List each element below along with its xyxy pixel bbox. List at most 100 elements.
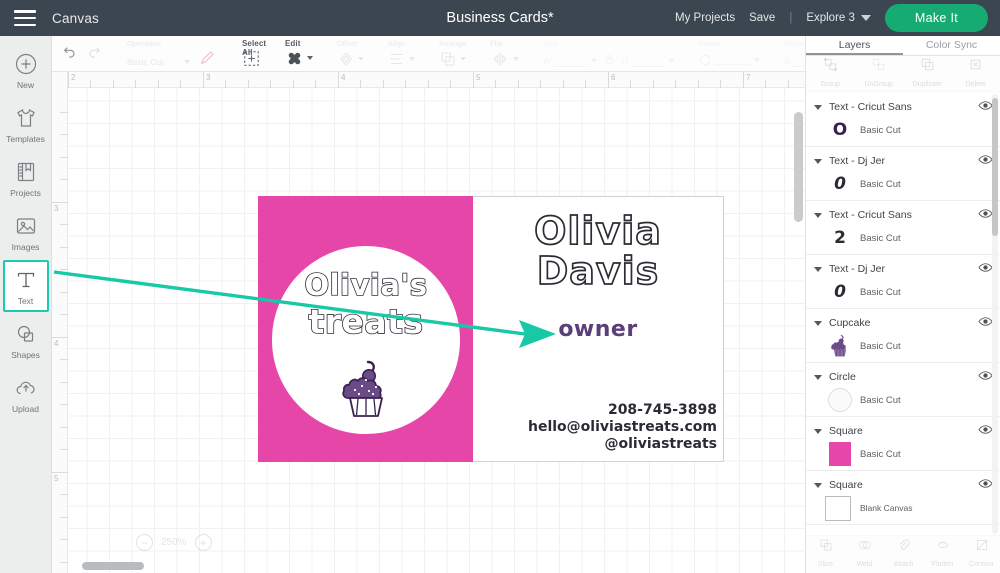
make-it-button[interactable]: Make It: [885, 4, 988, 32]
card-back-panel[interactable]: Olivia Davis owner 208-745-3898 hello@ol…: [473, 196, 724, 462]
visibility-eye-icon[interactable]: [978, 260, 993, 278]
offset-button[interactable]: [337, 50, 370, 72]
expand-triangle-icon[interactable]: [814, 105, 822, 110]
visibility-eye-icon[interactable]: [978, 206, 993, 224]
ungroup-button[interactable]: UnGroup: [855, 57, 904, 91]
expand-triangle-icon[interactable]: [814, 429, 822, 434]
sidebar-item-new[interactable]: New: [3, 44, 49, 96]
layer-row[interactable]: Square Blank Canvas: [806, 471, 1000, 525]
edit-button[interactable]: [285, 49, 319, 72]
undo-icon[interactable]: [61, 43, 85, 64]
cupcake-icon[interactable]: [338, 358, 394, 420]
tshirt-icon: [13, 105, 39, 131]
ruler-tick-label: 4: [341, 73, 345, 82]
zoom-in-button[interactable]: +: [195, 534, 212, 551]
tab-layers[interactable]: Layers: [806, 36, 903, 55]
flip-button[interactable]: [490, 50, 525, 72]
sidebar-item-label: Text: [18, 296, 34, 306]
sidebar-item-images[interactable]: Images: [3, 206, 49, 258]
layer-name: Square: [829, 425, 863, 437]
chevron-down-icon: [184, 60, 190, 64]
layers-list[interactable]: Text - Cricut Sans O Basic Cut: [806, 93, 1000, 536]
size-label: Size: [543, 39, 558, 48]
expand-triangle-icon[interactable]: [814, 483, 822, 488]
align-group: Align: [379, 36, 430, 72]
contour-button[interactable]: Contour: [962, 538, 1000, 571]
layer-row[interactable]: Text - Cricut Sans 2 Basic Cut: [806, 201, 1000, 255]
layer-row[interactable]: Circle Basic Cut: [806, 363, 1000, 417]
expand-triangle-icon[interactable]: [814, 213, 822, 218]
layer-operations-bar: Group UnGroup Duplicate Delete: [806, 56, 1000, 92]
tab-color-sync[interactable]: Color Sync: [903, 36, 1000, 55]
arrange-button[interactable]: [439, 50, 472, 72]
flatten-button[interactable]: Flatten: [923, 538, 962, 571]
layer-row[interactable]: Square Basic Cut: [806, 417, 1000, 471]
layer-row[interactable]: Text - Dj Jer 0 Basic Cut: [806, 147, 1000, 201]
visibility-eye-icon[interactable]: [978, 476, 993, 494]
card-front-panel[interactable]: Olivia's treats: [258, 196, 473, 462]
sidebar-item-shapes[interactable]: Shapes: [3, 314, 49, 366]
slice-button[interactable]: Slice: [806, 538, 845, 571]
save-button[interactable]: Save: [749, 12, 775, 24]
stepper-icon: [668, 59, 674, 63]
logo-circle[interactable]: Olivia's treats: [272, 246, 460, 434]
canvas-label[interactable]: Canvas: [52, 11, 99, 26]
sidebar-item-projects[interactable]: Projects: [3, 152, 49, 204]
circle-swatch: [829, 389, 851, 411]
sidebar-item-text[interactable]: Text: [3, 260, 49, 312]
hamburger-icon[interactable]: [14, 10, 36, 26]
layer-name: Text - Cricut Sans: [829, 209, 912, 221]
layer-operation-label: Basic Cut: [860, 125, 901, 136]
panel-scrollbar[interactable]: [992, 98, 998, 236]
sidebar-item-templates[interactable]: Templates: [3, 98, 49, 150]
canvas-vertical-scrollbar[interactable]: [794, 112, 803, 222]
visibility-eye-icon[interactable]: [978, 98, 993, 116]
logo-line-2: treats: [272, 302, 460, 341]
align-button[interactable]: [388, 50, 421, 72]
delete-button[interactable]: Delete: [952, 57, 1000, 91]
ruler-tick-label: 7: [746, 73, 750, 82]
panel-tabs: Layers Color Sync: [806, 36, 1000, 56]
machine-selector[interactable]: Explore 3: [806, 12, 871, 24]
visibility-eye-icon[interactable]: [978, 368, 993, 386]
select-all-label: Select All: [242, 39, 276, 57]
size-height-field[interactable]: H: [622, 56, 680, 72]
rotate-field[interactable]: [698, 53, 766, 72]
layer-thumbnail: 2: [828, 226, 852, 250]
attach-button[interactable]: Attach: [884, 538, 923, 571]
redo-icon[interactable]: [85, 43, 109, 64]
rotate-group: Rotate: [689, 36, 775, 72]
duplicate-button[interactable]: Duplicate: [903, 57, 952, 91]
sidebar-item-label: Images: [12, 242, 40, 252]
expand-triangle-icon[interactable]: [814, 375, 822, 380]
layer-row[interactable]: Text - Dj Jer 0 Basic Cut: [806, 255, 1000, 309]
slice-label: Slice: [818, 561, 833, 568]
sidebar-item-label: Shapes: [11, 350, 40, 360]
my-projects-link[interactable]: My Projects: [675, 12, 735, 24]
name-line-2: Davis: [473, 249, 723, 293]
lock-aspect-icon[interactable]: [603, 52, 622, 72]
size-width-field[interactable]: W: [543, 56, 603, 72]
layer-row[interactable]: Text - Cricut Sans O Basic Cut: [806, 93, 1000, 147]
visibility-eye-icon[interactable]: [978, 422, 993, 440]
expand-triangle-icon[interactable]: [814, 321, 822, 326]
expand-triangle-icon[interactable]: [814, 267, 822, 272]
picture-icon: [13, 213, 39, 239]
group-button[interactable]: Group: [806, 57, 855, 91]
zoom-out-button[interactable]: −: [136, 534, 153, 551]
expand-triangle-icon[interactable]: [814, 159, 822, 164]
visibility-eye-icon[interactable]: [978, 152, 993, 170]
email-text: hello@oliviastreats.com: [528, 419, 717, 436]
layer-row[interactable]: Cupcake: [806, 309, 1000, 363]
sidebar-item-upload[interactable]: Upload: [3, 368, 49, 420]
select-all-group: Select All: [233, 36, 276, 72]
canvas-horizontal-scrollbar[interactable]: [82, 562, 144, 570]
layer-thumbnail: O: [828, 118, 852, 142]
pen-color-swatch[interactable]: [196, 49, 224, 72]
upload-cloud-icon: [13, 375, 39, 401]
business-card-design[interactable]: Olivia's treats Olivia Davis owner 208-7…: [258, 196, 724, 462]
weld-button[interactable]: Weld: [845, 538, 884, 571]
operation-select[interactable]: Basic Cut: [127, 57, 196, 72]
visibility-eye-icon[interactable]: [978, 314, 993, 332]
arrange-label: Arrange: [439, 39, 466, 48]
